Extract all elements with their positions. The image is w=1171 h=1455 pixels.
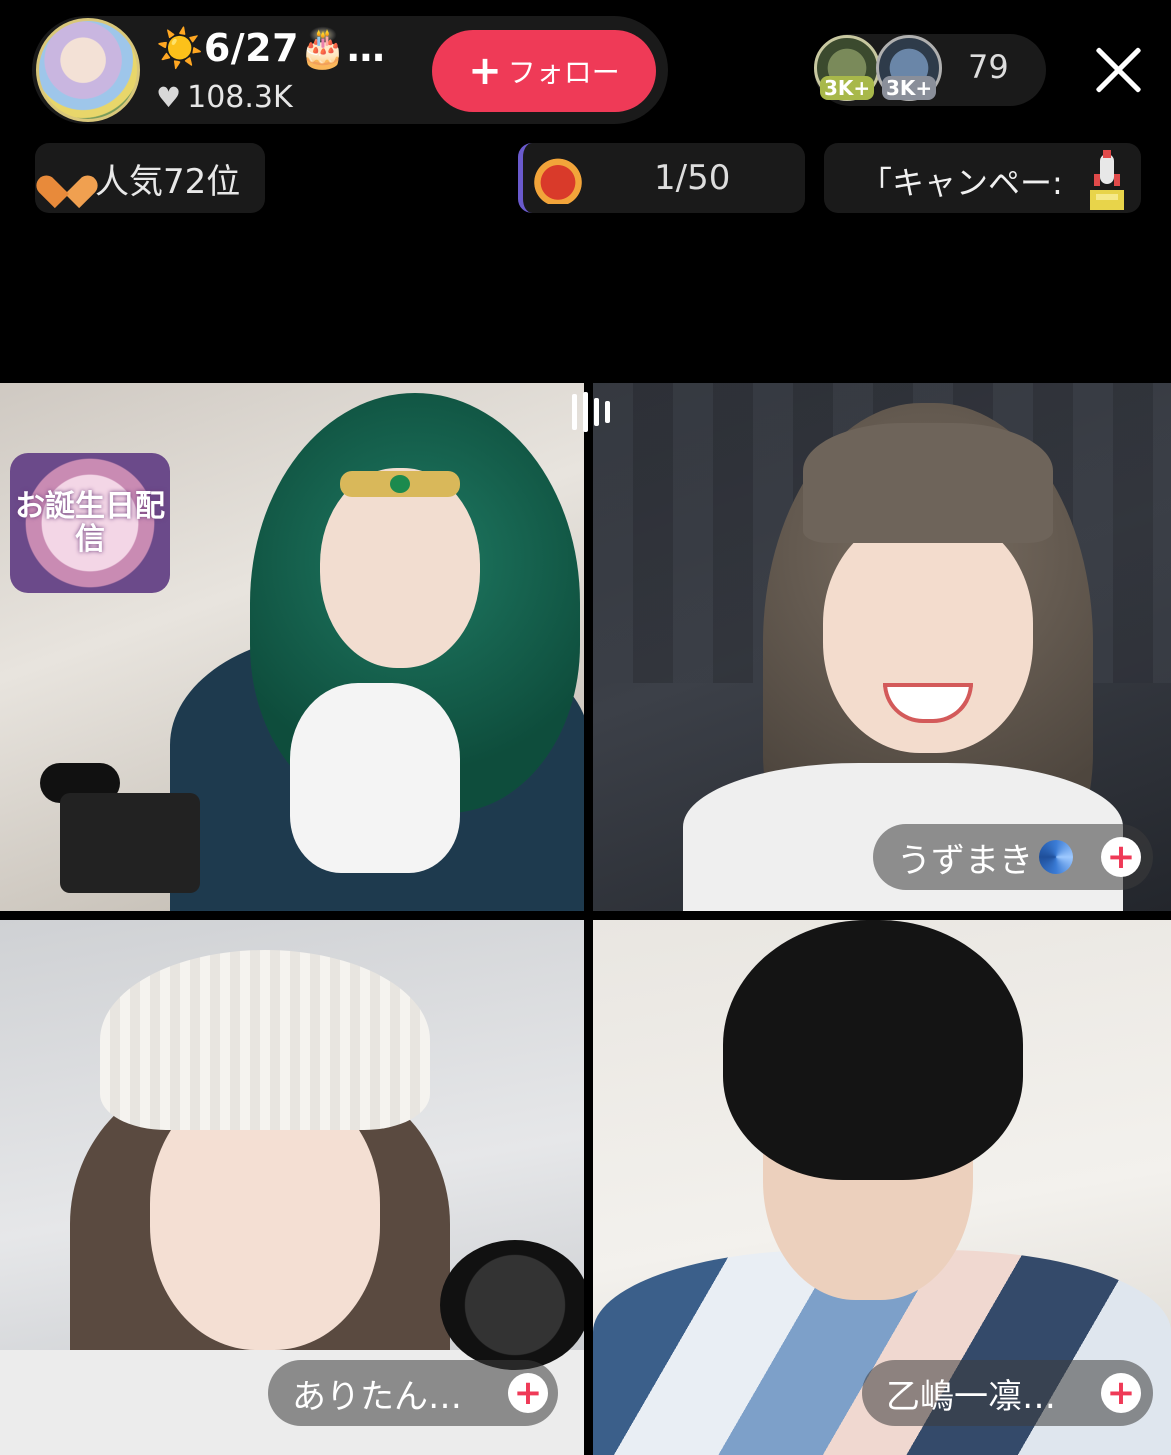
heart-icon: ♥ — [156, 81, 182, 114]
guest2-knit-hat — [100, 950, 430, 1130]
birthday-stream-badge: お誕生日配信 — [10, 453, 170, 593]
rank-label: 人気72位 — [95, 161, 241, 202]
host-likes: ♥ 108.3K — [156, 80, 293, 115]
guest-name-2: ありたん… — [292, 1376, 462, 1417]
add-guest-3-button[interactable]: + — [1101, 1373, 1141, 1413]
host-title: ☀️6/27🎂… — [156, 26, 386, 70]
add-guest-1-button[interactable]: + — [1101, 837, 1141, 877]
goal-progress: 1/50 — [654, 158, 731, 198]
rocket-icon — [1090, 150, 1124, 210]
follow-button[interactable]: + フォロー — [432, 30, 656, 112]
white-glove — [290, 683, 460, 873]
campaign-label: 「キャンペー: — [860, 164, 1063, 202]
add-guest-2-button[interactable]: + — [508, 1373, 548, 1413]
microphone — [440, 1240, 584, 1370]
viewer-badge-2: 3K+ — [882, 76, 937, 100]
heart-icon — [49, 162, 85, 194]
grid-drag-handle[interactable] — [568, 392, 614, 432]
guest3-figure-hair — [723, 920, 1023, 1180]
gift-goal-icon — [530, 150, 586, 204]
guest1-figure-bangs — [803, 423, 1053, 543]
video-tile-host[interactable]: お誕生日配信 — [0, 383, 584, 911]
host-avatar[interactable] — [36, 18, 140, 122]
guest-name-1: うずまき — [897, 840, 1033, 881]
tiara-gem — [390, 475, 410, 493]
birthday-badge-text: お誕生日配信 — [15, 489, 165, 557]
spiral-icon — [1039, 840, 1073, 874]
likes-count: 108.3K — [187, 80, 293, 115]
guest-name-3: 乙嶋一凛… — [886, 1376, 1056, 1417]
host-figure-face — [320, 468, 480, 668]
microphone-stand — [60, 793, 200, 893]
viewer-badge-1: 3K+ — [820, 76, 875, 100]
plus-icon: + — [468, 48, 502, 94]
follow-label: フォロー — [507, 56, 620, 89]
close-icon[interactable] — [1092, 44, 1144, 96]
viewer-count[interactable]: 79 — [968, 48, 1009, 86]
popularity-rank-pill[interactable]: 人気72位 — [35, 143, 265, 213]
